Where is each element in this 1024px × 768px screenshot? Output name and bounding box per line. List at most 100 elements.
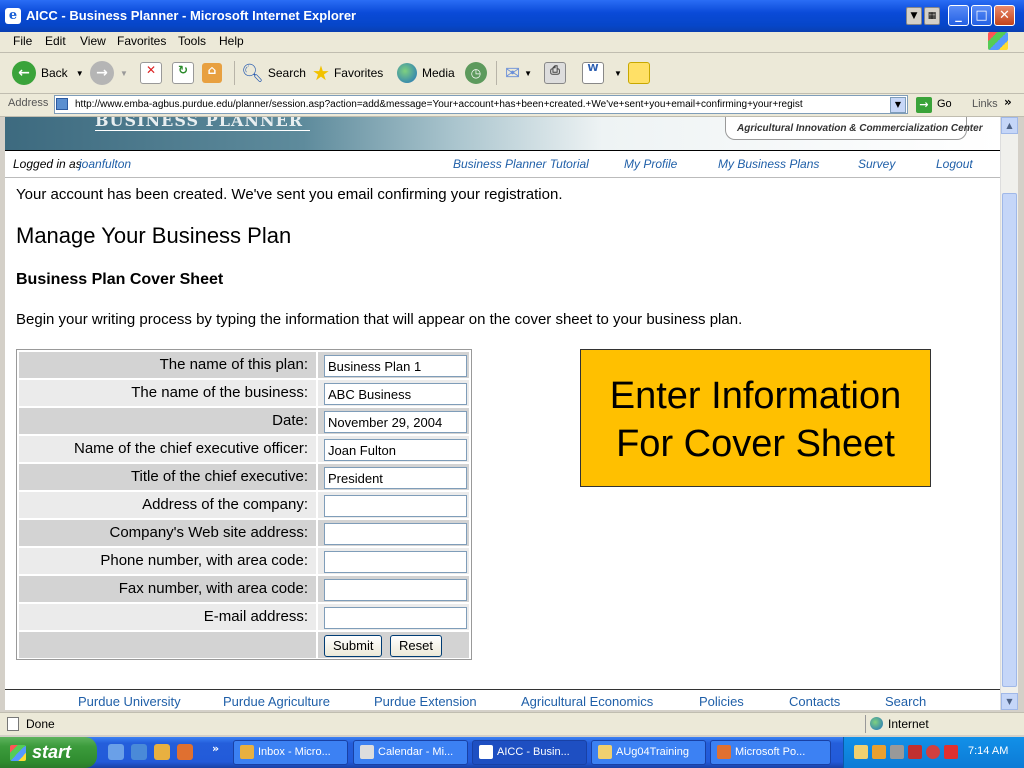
close-button[interactable]: ✕ bbox=[994, 5, 1015, 26]
stop-button[interactable]: ✕ bbox=[140, 59, 162, 87]
forward-button[interactable]: → ▼ bbox=[90, 59, 128, 87]
footer-link-search[interactable]: Search bbox=[885, 694, 926, 709]
back-button[interactable]: ← Back ▼ bbox=[12, 59, 84, 87]
footer-link-purdue-extension[interactable]: Purdue Extension bbox=[374, 694, 477, 709]
address-input[interactable]: http://www.emba-agbus.purdue.edu/planner… bbox=[54, 95, 908, 114]
tray-mail-icon[interactable] bbox=[854, 745, 868, 759]
security-zone: Internet bbox=[888, 717, 929, 731]
scroll-thumb[interactable] bbox=[1002, 193, 1017, 687]
go-arrow-icon[interactable]: → bbox=[916, 97, 932, 113]
favorites-button[interactable]: ★ Favorites bbox=[312, 59, 383, 87]
nav-link-my-profile[interactable]: My Profile bbox=[624, 157, 677, 171]
refresh-button[interactable]: ↻ bbox=[172, 59, 194, 87]
toolbar: ← Back ▼ → ▼ ✕ ↻ ⌂ 🔍︎ Search ★ Favorites… bbox=[0, 53, 1024, 94]
nav-link-my-business-plans[interactable]: My Business Plans bbox=[718, 157, 819, 171]
forward-dropdown-icon[interactable]: ▼ bbox=[120, 69, 128, 78]
footer-link-contacts[interactable]: Contacts bbox=[789, 694, 840, 709]
quicklaunch-outlook-icon[interactable] bbox=[108, 744, 124, 760]
form-row-buttons: Submit Reset bbox=[19, 632, 469, 658]
history-button[interactable]: ◷ bbox=[465, 59, 487, 87]
task-powerpoint[interactable]: Microsoft Po... bbox=[710, 740, 831, 765]
quicklaunch-ie-icon[interactable] bbox=[131, 744, 147, 760]
links-button[interactable]: Links bbox=[972, 98, 998, 110]
ceo-name-input[interactable] bbox=[324, 439, 467, 461]
nav-link-tutorial[interactable]: Business Planner Tutorial bbox=[453, 157, 589, 171]
fax-label: Fax number, with area code: bbox=[19, 576, 316, 602]
home-button[interactable]: ⌂ bbox=[202, 59, 222, 87]
tray-calendar-icon[interactable] bbox=[872, 745, 886, 759]
maximize-button[interactable]: □ bbox=[971, 5, 992, 26]
menu-favorites[interactable]: Favorites bbox=[117, 34, 166, 48]
reset-button[interactable]: Reset bbox=[390, 635, 442, 657]
go-button[interactable]: Go bbox=[937, 98, 952, 110]
nav-divider-bottom bbox=[5, 177, 1000, 178]
tray-network-icon[interactable] bbox=[926, 745, 940, 759]
task-calendar[interactable]: Calendar - Mi... bbox=[353, 740, 468, 765]
plan-name-input[interactable] bbox=[324, 355, 467, 377]
task-folder[interactable]: AUg04Training bbox=[591, 740, 706, 765]
search-button[interactable]: 🔍︎ Search bbox=[241, 59, 306, 87]
title-bar: e AICC - Business Planner - Microsoft In… bbox=[0, 0, 1024, 32]
print-button[interactable]: ⎙ bbox=[544, 59, 566, 87]
nav-link-survey[interactable]: Survey bbox=[858, 157, 895, 171]
toolbar-grip-icon[interactable]: ▦ bbox=[924, 7, 940, 25]
back-dropdown-icon[interactable]: ▼ bbox=[76, 69, 84, 78]
date-label: Date: bbox=[19, 408, 316, 434]
banner-org: Agricultural Innovation & Commercializat… bbox=[737, 123, 983, 134]
edit-button[interactable]: W ▼ bbox=[582, 59, 622, 87]
menu-tools[interactable]: Tools bbox=[178, 34, 206, 48]
submit-button[interactable]: Submit bbox=[324, 635, 383, 657]
form-row-business-name: The name of the business: bbox=[19, 380, 469, 406]
date-input[interactable] bbox=[324, 411, 467, 433]
minimize-button[interactable]: _ bbox=[948, 5, 969, 26]
email-input[interactable] bbox=[324, 607, 467, 629]
quicklaunch-chevron-icon[interactable]: » bbox=[212, 742, 219, 755]
refresh-icon: ↻ bbox=[172, 62, 194, 84]
address-dropdown-icon[interactable]: ▼ bbox=[890, 97, 906, 113]
tray-app-icon[interactable] bbox=[890, 745, 904, 759]
media-button[interactable]: Media bbox=[397, 59, 455, 87]
menu-edit[interactable]: Edit bbox=[45, 34, 66, 48]
folder-icon bbox=[598, 745, 612, 759]
ceo-title-input[interactable] bbox=[324, 467, 467, 489]
tray-antivirus-icon[interactable] bbox=[908, 745, 922, 759]
footer-link-purdue-university[interactable]: Purdue University bbox=[78, 694, 181, 709]
tray-ati-icon[interactable] bbox=[944, 745, 958, 759]
user-nav: Logged in as joanfulton Business Planner… bbox=[5, 151, 1000, 177]
nav-link-logout[interactable]: Logout bbox=[936, 157, 973, 171]
scroll-down-icon[interactable]: ▼ bbox=[1001, 693, 1018, 710]
quicklaunch-powerpoint-icon[interactable] bbox=[177, 744, 193, 760]
footer-divider bbox=[5, 689, 1000, 690]
fax-input[interactable] bbox=[324, 579, 467, 601]
menu-view[interactable]: View bbox=[80, 34, 106, 48]
website-input[interactable] bbox=[324, 523, 467, 545]
mail-button[interactable]: ✉ ▼ bbox=[505, 59, 532, 87]
phone-input[interactable] bbox=[324, 551, 467, 573]
footer-link-agricultural-economics[interactable]: Agricultural Economics bbox=[521, 694, 653, 709]
chevron-down-icon[interactable]: ▼ bbox=[906, 7, 922, 25]
links-chevron-icon[interactable]: » bbox=[1004, 95, 1012, 109]
quicklaunch-calendar-icon[interactable] bbox=[154, 744, 170, 760]
vertical-scrollbar[interactable]: ▲ ▼ bbox=[1000, 117, 1018, 710]
form-row-address: Address of the company: bbox=[19, 492, 469, 518]
start-button[interactable]: start bbox=[0, 737, 97, 768]
system-tray: 7:14 AM bbox=[843, 737, 1024, 768]
page-title: Manage Your Business Plan bbox=[16, 223, 292, 248]
scroll-up-icon[interactable]: ▲ bbox=[1001, 117, 1018, 134]
address-label: Address bbox=[8, 97, 49, 109]
ceo-name-label: Name of the chief executive officer: bbox=[19, 436, 316, 462]
footer-link-policies[interactable]: Policies bbox=[699, 694, 744, 709]
page-icon bbox=[56, 98, 68, 110]
task-inbox[interactable]: Inbox - Micro... bbox=[233, 740, 348, 765]
business-name-input[interactable] bbox=[324, 383, 467, 405]
username-link[interactable]: joanfulton bbox=[79, 157, 131, 171]
messenger-button[interactable] bbox=[628, 59, 650, 87]
footer-link-purdue-agriculture[interactable]: Purdue Agriculture bbox=[223, 694, 330, 709]
menu-help[interactable]: Help bbox=[219, 34, 244, 48]
internet-globe-icon bbox=[870, 717, 883, 730]
company-address-input[interactable] bbox=[324, 495, 467, 517]
menu-file[interactable]: File bbox=[13, 34, 32, 48]
page-status-icon bbox=[7, 717, 19, 731]
task-aicc-browser[interactable]: AICC - Busin... bbox=[472, 740, 587, 765]
status-bar: Done Internet bbox=[0, 712, 1024, 735]
